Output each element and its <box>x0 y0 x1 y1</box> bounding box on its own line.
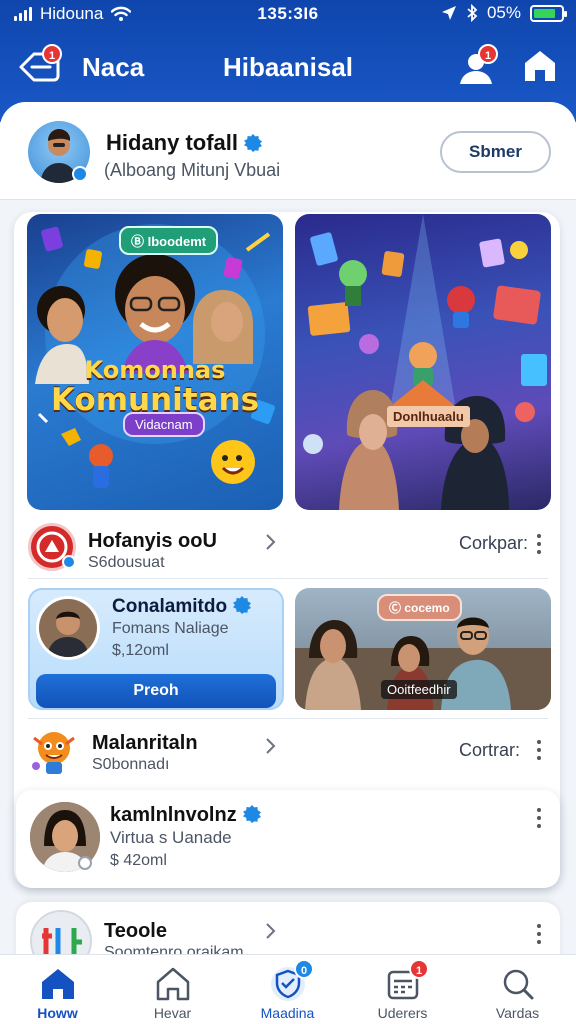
chevron-right-icon[interactable] <box>264 922 276 940</box>
nav-bar: 1 Naca Hibaanisal 1 <box>0 40 576 94</box>
virtual-community-illustration <box>303 214 547 510</box>
bottom-tab-bar: Howw Hevar 0 Maadina 1 Uderers Vardas <box>0 954 576 1024</box>
banner-pill[interactable]: Vidacnam <box>123 412 205 437</box>
promo-subtitle: Fomans Naliage <box>112 620 229 637</box>
tab-vardas[interactable]: Vardas <box>460 955 575 1024</box>
divider <box>28 578 548 579</box>
verified-icon <box>242 805 261 823</box>
banner-tag: Ⓑ Iboodemt <box>119 226 219 255</box>
profile-subtitle: (Alboang Mitunj Vbuai <box>104 160 281 180</box>
back-button[interactable]: 1 <box>18 44 62 86</box>
home-shortcut-button[interactable] <box>522 48 558 86</box>
user-badge: 1 <box>478 44 498 64</box>
row1-title[interactable]: Hofanyis ooU <box>88 530 217 553</box>
featured-banner-left[interactable]: Ⓑ Iboodemt Komonnas Komunitans Vidacnam <box>27 214 283 510</box>
promo-card[interactable]: Conalamitdo Fomans Naliage $,12oml Preoh <box>28 588 284 710</box>
avatar-status-icon <box>72 166 88 182</box>
tab-uderers[interactable]: 1 Uderers <box>345 955 460 1024</box>
row3-subtitle: Virtua s Uanade <box>110 828 232 847</box>
back-badge: 1 <box>42 44 62 64</box>
location-icon <box>441 6 456 20</box>
row1-status-icon <box>62 555 76 569</box>
tab-label: Maadina <box>260 1005 315 1021</box>
row4-title[interactable]: Teoole <box>104 920 167 943</box>
verified-icon <box>233 596 252 614</box>
submit-button[interactable]: Sbmer <box>440 131 551 173</box>
battery-percent: 05% <box>486 3 521 22</box>
divider <box>28 718 548 719</box>
photo-tag: Ⓒ cocemo <box>377 594 462 621</box>
row2-avatar[interactable] <box>28 726 80 778</box>
home-icon <box>42 969 74 999</box>
photo-card[interactable]: Ⓒ cocemo Ooitfeedhir <box>295 588 551 710</box>
promo-price: $,12oml <box>112 642 169 659</box>
row4-more-icon[interactable] <box>535 924 543 944</box>
tab-label: Hevar <box>153 1005 192 1021</box>
row2-title[interactable]: Malanritaln <box>92 732 198 755</box>
promo-button[interactable]: Preoh <box>36 674 276 708</box>
status-bar: Hidouna 135:3I6 05% <box>0 0 576 28</box>
tab-badge: 1 <box>409 959 429 979</box>
promo-title: Conalamitdo <box>112 596 228 617</box>
row1-subtitle: S6dousuat <box>88 554 165 571</box>
chevron-right-icon[interactable] <box>264 533 276 551</box>
verified-icon <box>244 134 263 152</box>
tab-maadina[interactable]: 0 Maadina <box>230 955 345 1024</box>
row3-more-icon[interactable] <box>535 808 543 828</box>
home-icon <box>525 51 555 81</box>
banner-headline-1: Komonnas <box>84 356 226 384</box>
row1-more-icon[interactable] <box>535 534 543 554</box>
featured-banner-right[interactable]: Donlhuaalu <box>295 214 551 510</box>
chevron-right-icon[interactable] <box>264 737 276 755</box>
banner-sign: Donlhuaalu <box>387 406 470 427</box>
promo-avatar <box>36 596 100 660</box>
row2-subtitle: S0bonnadı <box>92 756 170 773</box>
tab-badge: 0 <box>294 959 314 979</box>
row1-meta: Corkpar: <box>459 533 529 553</box>
bluetooth-icon <box>467 4 478 22</box>
user-button[interactable]: 1 <box>456 44 498 88</box>
tab-label: Vardas <box>495 1005 540 1021</box>
tab-label: Uderers <box>377 1005 428 1021</box>
tab-hevar[interactable]: Hevar <box>115 955 230 1024</box>
row2-more-icon[interactable] <box>535 740 543 760</box>
battery-icon <box>530 4 567 22</box>
search-icon <box>503 969 534 1000</box>
photo-caption: Ooitfeedhir <box>381 680 457 699</box>
profile-name: Hidany tofall <box>106 130 239 155</box>
tab-home[interactable]: Howw <box>0 955 115 1024</box>
house-outline-icon <box>156 967 190 1001</box>
tab-label: Howw <box>37 1005 78 1021</box>
row3-status-icon <box>78 856 92 870</box>
row2-meta: Cortrar: <box>459 740 521 760</box>
row3-price: $ 42oml <box>110 852 167 869</box>
row3-title[interactable]: kamlnlnvolnz <box>110 804 237 826</box>
back-label[interactable]: Naca <box>82 52 144 83</box>
